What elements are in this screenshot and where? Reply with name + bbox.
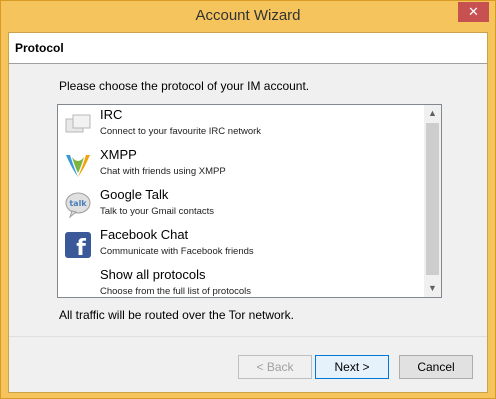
protocol-name: Show all protocols — [100, 267, 206, 282]
protocol-item-show-all[interactable]: Show all protocols Choose from the full … — [58, 265, 424, 297]
wizard-client-area: Protocol Please choose the protocol of y… — [8, 32, 488, 393]
irc-icon — [64, 111, 92, 139]
google-talk-icon: talk — [64, 191, 92, 219]
xmpp-icon — [64, 151, 92, 179]
svg-text:talk: talk — [69, 199, 87, 208]
protocol-desc: Communicate with Facebook friends — [100, 246, 254, 257]
protocol-name: Facebook Chat — [100, 227, 189, 242]
account-wizard-window: Account Wizard ✕ Protocol Please choose … — [0, 0, 496, 399]
cancel-button[interactable]: Cancel — [399, 355, 473, 379]
protocol-desc: Choose from the full list of protocols — [100, 286, 252, 297]
page-title: Protocol — [15, 41, 64, 55]
protocol-desc: Talk to your Gmail contacts — [100, 206, 215, 217]
protocol-item-facebook-chat[interactable]: f Facebook Chat Communicate with Faceboo… — [58, 225, 424, 265]
intro-text: Please choose the protocol of your IM ac… — [59, 79, 310, 93]
protocol-name: Google Talk — [100, 187, 169, 202]
button-divider — [9, 336, 487, 337]
facebook-icon: f — [64, 231, 92, 261]
protocol-name: XMPP — [100, 147, 137, 162]
window-title: Account Wizard — [195, 7, 301, 24]
close-button[interactable]: ✕ — [458, 2, 489, 22]
protocol-desc: Chat with friends using XMPP — [100, 166, 226, 177]
protocol-name: IRC — [100, 107, 123, 122]
back-button[interactable]: < Back — [238, 355, 312, 379]
scroll-down-arrow-icon[interactable]: ▼ — [424, 280, 441, 297]
next-button[interactable]: Next > — [315, 355, 389, 379]
tor-routing-note: All traffic will be routed over the Tor … — [59, 308, 294, 322]
protocol-item-google-talk[interactable]: talk Google Talk Talk to your Gmail cont… — [58, 185, 424, 225]
svg-text:f: f — [76, 236, 86, 259]
wizard-header: Protocol — [9, 33, 487, 64]
scroll-up-arrow-icon[interactable]: ▲ — [424, 105, 441, 122]
vertical-scrollbar[interactable]: ▲ ▼ — [424, 105, 441, 297]
protocol-item-irc[interactable]: IRC Connect to your favourite IRC networ… — [58, 105, 424, 145]
protocol-desc: Connect to your favourite IRC network — [100, 126, 262, 137]
scroll-thumb[interactable] — [426, 123, 439, 275]
title-bar[interactable]: Account Wizard ✕ — [1, 1, 495, 33]
protocol-list[interactable]: IRC Connect to your favourite IRC networ… — [57, 104, 442, 298]
protocol-item-xmpp[interactable]: XMPP Chat with friends using XMPP — [58, 145, 424, 185]
